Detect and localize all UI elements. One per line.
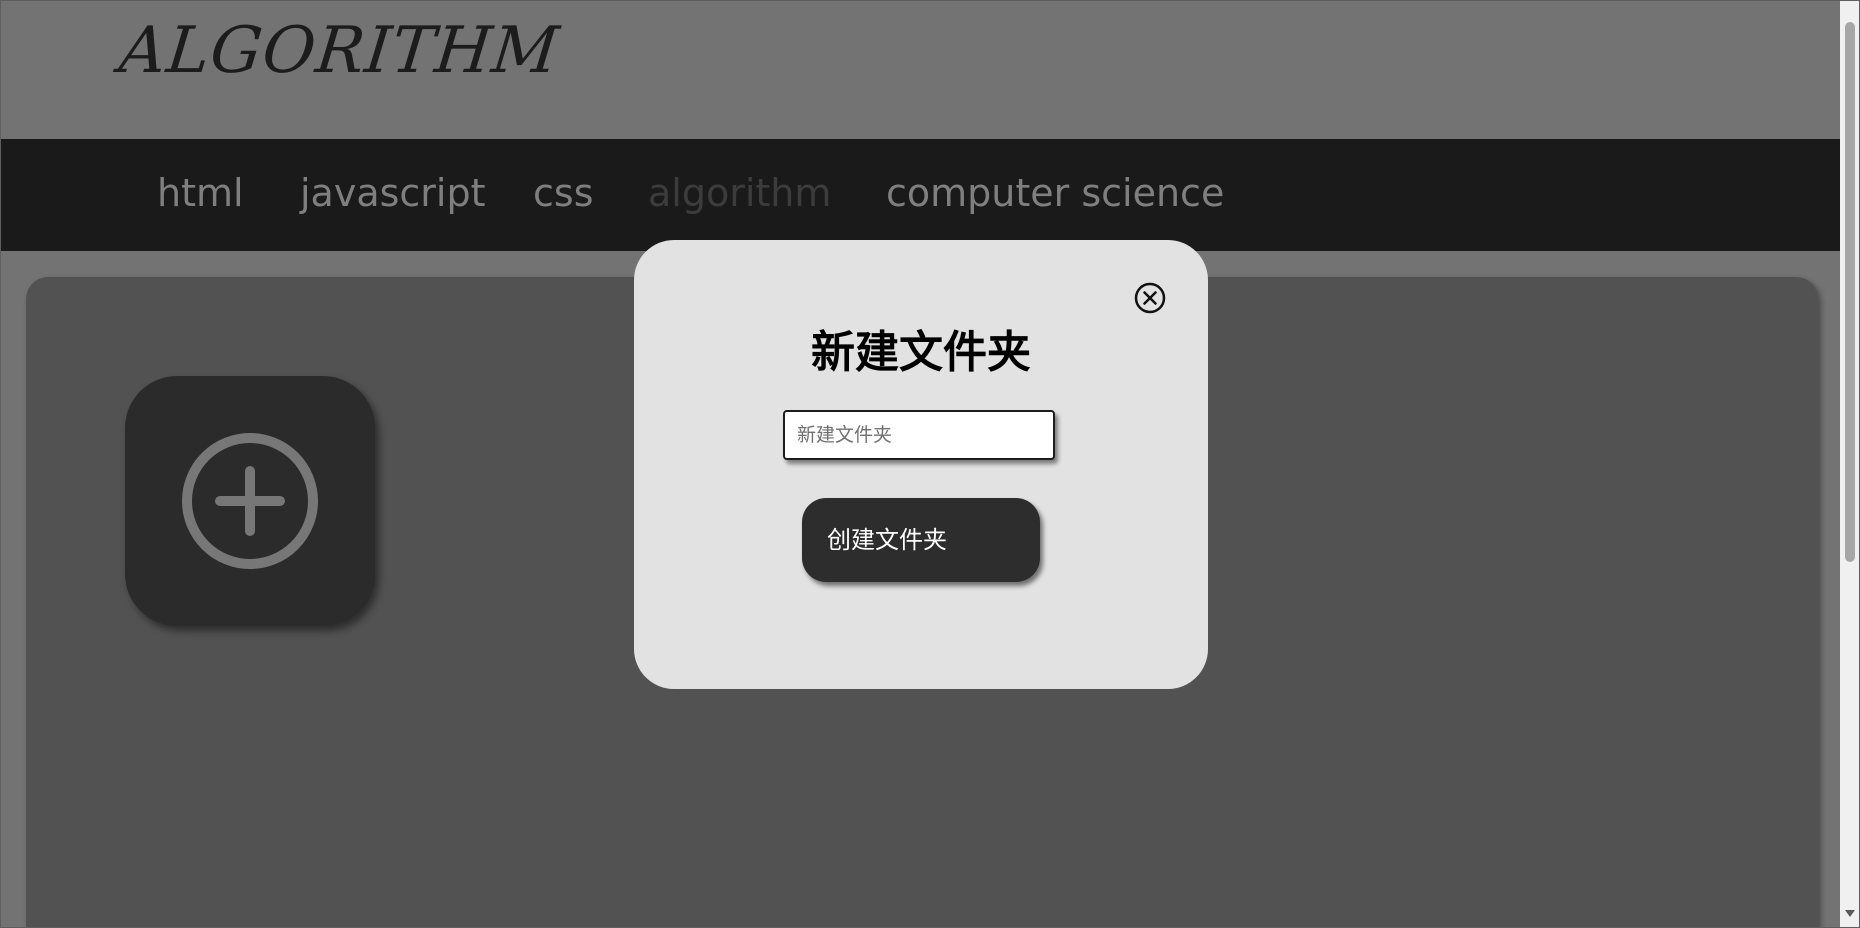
create-folder-button[interactable]: 创建文件夹 (802, 498, 1040, 582)
scroll-thumb[interactable] (1845, 22, 1855, 562)
plus-circle-icon (182, 433, 318, 569)
scroll-down-arrow-icon[interactable] (1845, 910, 1855, 917)
add-folder-tile[interactable] (125, 376, 375, 626)
site-logo[interactable]: ALGORITHM (116, 14, 563, 88)
nav-bar: html javascript css algorithm computer s… (0, 139, 1840, 251)
folder-name-input[interactable] (783, 410, 1055, 460)
nav-item-css[interactable]: css (533, 171, 594, 215)
close-button[interactable] (1134, 282, 1166, 314)
modal-title: 新建文件夹 (811, 327, 1031, 378)
nav-item-html[interactable]: html (157, 171, 244, 215)
nav-item-javascript[interactable]: javascript (300, 171, 486, 215)
vertical-scrollbar[interactable] (1840, 0, 1860, 928)
nav-item-algorithm[interactable]: algorithm (648, 171, 831, 215)
nav-item-computer-science[interactable]: computer science (886, 171, 1224, 215)
new-folder-modal: 新建文件夹 创建文件夹 (634, 240, 1208, 689)
site-header: ALGORITHM (0, 0, 1840, 139)
close-circle-icon (1134, 282, 1166, 314)
page: ALGORITHM html javascript css algorithm … (0, 0, 1860, 928)
